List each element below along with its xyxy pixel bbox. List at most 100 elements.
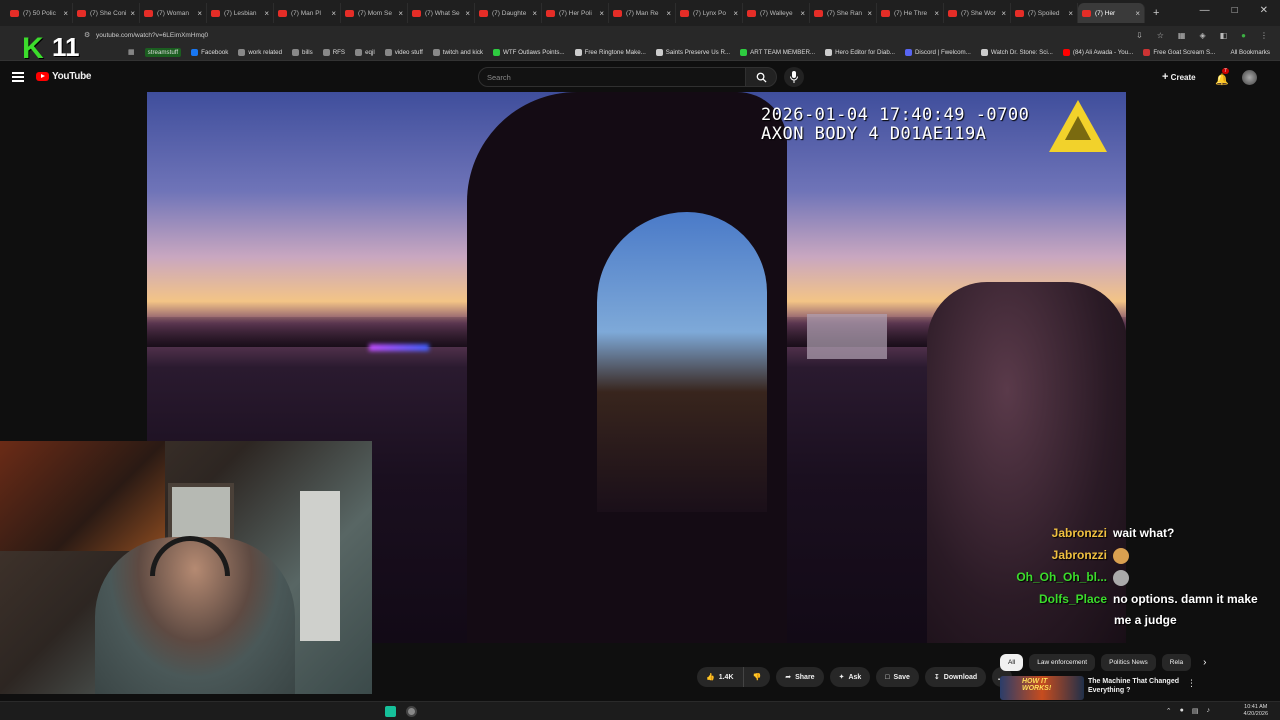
browser-tab[interactable]: (7) She Ran × [810, 3, 877, 23]
browser-tab[interactable]: (7) Mom Se × [341, 3, 408, 23]
tab-close-icon[interactable]: × [63, 9, 68, 18]
search-input[interactable]: Search [478, 67, 746, 87]
download-button[interactable]: ↧ Download [924, 667, 987, 687]
browser-tab[interactable]: (7) Spoiled × [1011, 3, 1078, 23]
kebab-menu-icon[interactable]: ⋮ [1260, 31, 1268, 40]
bookmark-item[interactable]: work related [238, 48, 282, 57]
browser-tab[interactable]: (7) Lesbian × [207, 3, 274, 23]
browser-tab[interactable]: (7) Walleye × [743, 3, 810, 23]
bookmark-item[interactable]: Hero Editor for Diab... [825, 48, 895, 57]
recommended-title[interactable]: The Machine That Changed Everything ? [1088, 677, 1188, 695]
tab-close-icon[interactable]: × [264, 9, 269, 18]
tab-close-icon[interactable]: × [197, 9, 202, 18]
taskbar-obs-icon[interactable] [406, 706, 417, 717]
bookmark-item[interactable]: RFS [322, 48, 345, 57]
taskbar-app-icon[interactable] [385, 706, 396, 717]
recommended-thumbnail[interactable]: HOW IT WORKS! [1000, 676, 1084, 700]
bookmark-item[interactable]: Discord | Fwelcom... [904, 48, 971, 57]
browser-tab[interactable]: (7) Daughte × [475, 3, 542, 23]
browser-tab[interactable]: (7) Man Pl × [274, 3, 341, 23]
browser-tab[interactable]: (7) She Wor × [944, 3, 1011, 23]
bookmark-item[interactable]: Facebook [191, 48, 228, 57]
tray-chevron-icon[interactable]: ⌃ [1166, 707, 1172, 715]
bookmark-item[interactable]: video stuff [384, 48, 423, 57]
account-avatar[interactable] [1242, 70, 1257, 85]
create-button[interactable]: + Create [1162, 71, 1196, 83]
like-button[interactable]: 👍 1.4K [697, 667, 743, 687]
notifications-button[interactable]: 🔔 7 [1215, 68, 1229, 86]
ask-button[interactable]: ✦ Ask [829, 667, 871, 687]
bookmark-item[interactable]: eqjl [355, 48, 375, 57]
tab-close-icon[interactable]: × [465, 9, 470, 18]
volume-icon[interactable]: ♪ [1207, 707, 1211, 715]
kebab-menu-icon[interactable]: ⋮ [1187, 678, 1196, 689]
profile-icon[interactable]: ● [1241, 31, 1246, 40]
bookmark-item[interactable]: ART TEAM MEMBER... [740, 48, 815, 57]
bookmark-item[interactable]: WTF Outlaws Points... [493, 48, 565, 57]
microphone-tray-icon[interactable]: ● [1180, 707, 1184, 715]
recommended-video[interactable]: HOW IT WORKS! The Machine That Changed E… [1000, 674, 1276, 700]
network-icon[interactable]: ▤ [1192, 707, 1199, 715]
browser-tab[interactable]: (7) She Coni × [73, 3, 140, 23]
search-button[interactable] [745, 67, 777, 87]
browser-tab[interactable]: (7) Man Re × [609, 3, 676, 23]
filter-chip[interactable]: Law enforcement [1029, 654, 1096, 671]
bookmark-item[interactable]: Watch Dr. Stone: Sci... [980, 48, 1053, 57]
new-tab-button[interactable]: + [1153, 7, 1159, 19]
maximize-icon[interactable]: □ [1232, 5, 1238, 16]
bookmark-item[interactable]: (84) Ali Awada - You... [1062, 48, 1133, 57]
bookmark-item[interactable]: streamstuff [144, 47, 182, 57]
tab-close-icon[interactable]: × [1068, 9, 1073, 18]
browser-tab[interactable]: (7) He Thre × [877, 3, 944, 23]
close-window-icon[interactable]: ✕ [1260, 5, 1268, 16]
extension-icon[interactable]: ▦ [1178, 31, 1186, 40]
bookmark-star-icon[interactable]: ☆ [1157, 31, 1164, 40]
tab-close-icon[interactable]: × [532, 9, 537, 18]
all-bookmarks-button[interactable]: All Bookmarks [1230, 49, 1270, 56]
taskbar-clock[interactable]: 10:41 AM 4/20/2026 [1244, 704, 1268, 718]
youtube-favicon-icon [881, 9, 890, 17]
browser-tab[interactable]: (7) Lynx Po × [676, 3, 743, 23]
browser-tab[interactable]: (7) Woman × [140, 3, 207, 23]
tab-close-icon[interactable]: × [733, 9, 738, 18]
tab-close-icon[interactable]: × [331, 9, 336, 18]
youtube-favicon-icon [747, 9, 756, 17]
bookmark-item[interactable]: Free Ringtone Make... [574, 48, 646, 57]
hamburger-menu-icon[interactable] [12, 72, 24, 82]
url-field[interactable]: youtube.com/watch?v=6LEimXmHmq0 [96, 32, 208, 39]
apps-grid-icon[interactable]: ▦ [128, 48, 135, 56]
youtube-logo[interactable]: YouTube [36, 71, 92, 82]
tab-close-icon[interactable]: × [666, 9, 671, 18]
tab-close-icon[interactable]: × [800, 9, 805, 18]
sidebar-icon[interactable]: ◧ [1220, 31, 1228, 40]
tab-title: (7) Spoiled [1028, 9, 1060, 17]
minimize-icon[interactable]: — [1200, 5, 1210, 16]
chevron-right-icon[interactable]: › [1203, 657, 1206, 668]
browser-tab[interactable]: (7) 50 Polic × [6, 3, 73, 23]
filter-chip[interactable]: Rela [1161, 654, 1192, 671]
bookmark-item[interactable]: Saints Preserve Us R... [655, 48, 730, 57]
save-button[interactable]: □ Save [876, 667, 919, 687]
browser-tab[interactable]: (7) Her × [1078, 3, 1145, 23]
bookmark-item[interactable]: twitch and kick [432, 48, 483, 57]
extensions-puzzle-icon[interactable]: ◈ [1199, 31, 1205, 40]
browser-tab[interactable]: (7) Her Poli × [542, 3, 609, 23]
tab-close-icon[interactable]: × [934, 9, 939, 18]
voice-search-button[interactable] [784, 67, 804, 87]
tab-close-icon[interactable]: × [867, 9, 872, 18]
dislike-button[interactable]: 👎 [742, 667, 771, 687]
bookmark-item[interactable]: Free Goat Scream S... [1143, 48, 1215, 57]
install-icon[interactable]: ⇩ [1136, 31, 1143, 40]
tab-close-icon[interactable]: × [1135, 9, 1140, 18]
site-info-icon[interactable]: ⚙ [84, 31, 90, 39]
filter-chip[interactable]: All [1000, 654, 1024, 671]
browser-tab[interactable]: (7) What Se × [408, 3, 475, 23]
tab-close-icon[interactable]: × [130, 9, 135, 18]
tab-close-icon[interactable]: × [599, 9, 604, 18]
tab-close-icon[interactable]: × [1001, 9, 1006, 18]
bookmark-item[interactable]: bills [292, 48, 313, 57]
like-count: 1.4K [718, 673, 734, 681]
share-button[interactable]: ➦ Share [776, 667, 824, 687]
tab-close-icon[interactable]: × [398, 9, 403, 18]
filter-chip[interactable]: Politics News [1101, 654, 1156, 671]
